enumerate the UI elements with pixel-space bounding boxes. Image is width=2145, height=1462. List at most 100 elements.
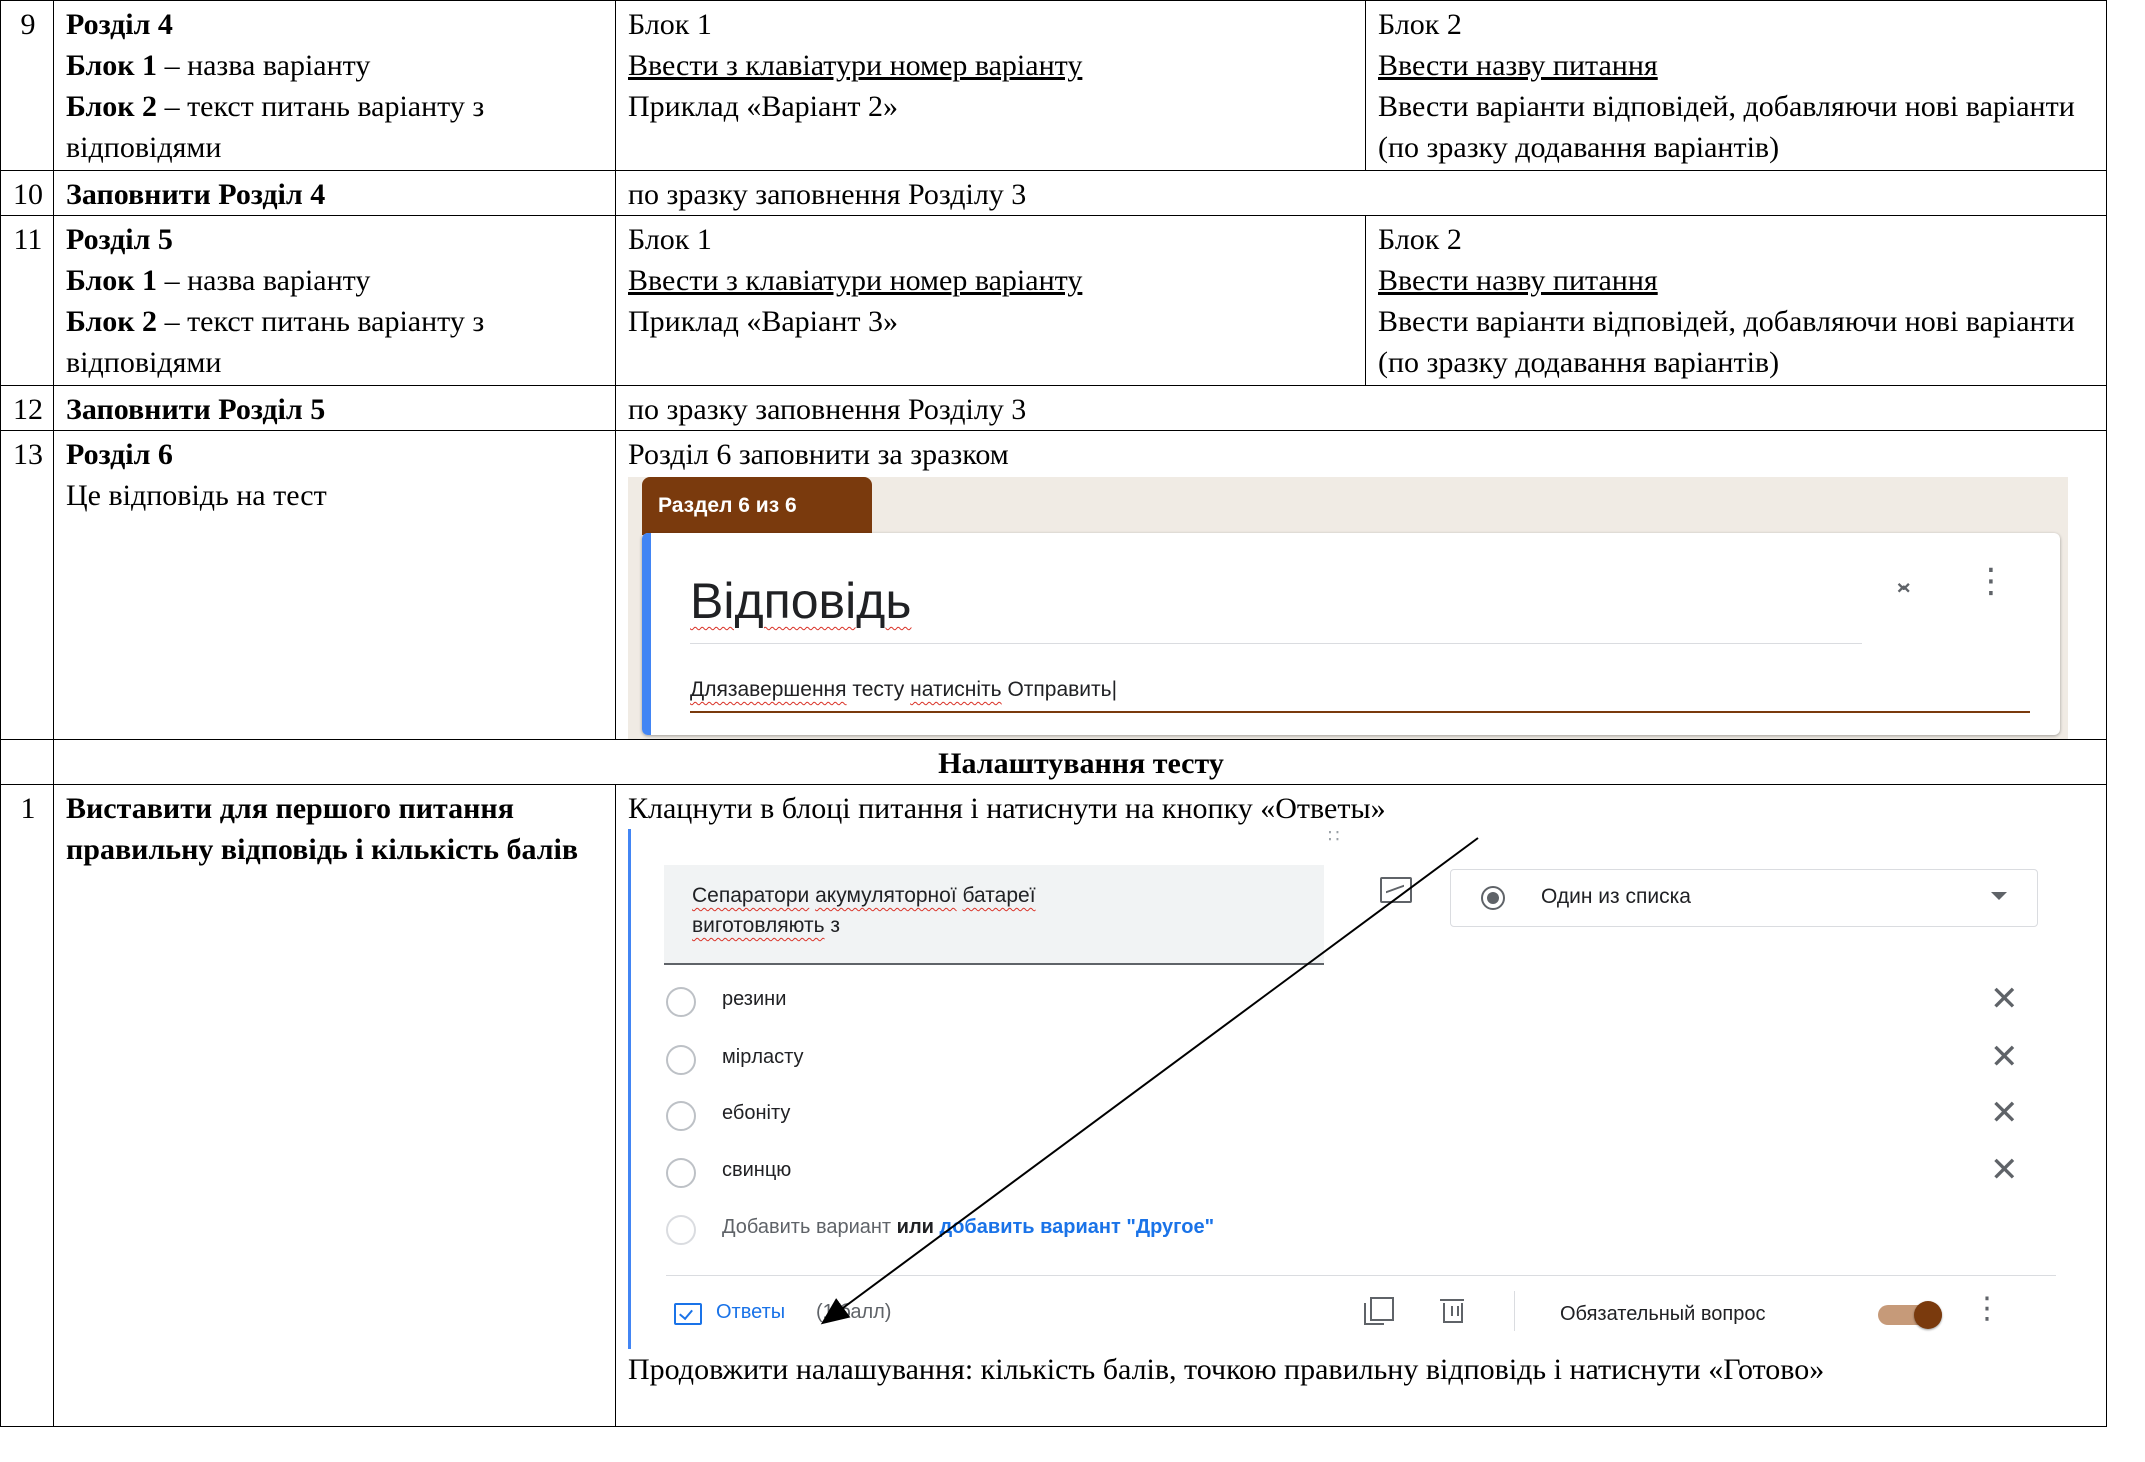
instruction-table: 9 Розділ 4 Блок 1 – назва варіанту Блок … <box>0 0 2107 1427</box>
row-task: Розділ 5 Блок 1 – назва варіанту Блок 2 … <box>53 215 616 386</box>
add-option-link[interactable]: Добавить вариант <box>722 1216 891 1238</box>
more-vert-icon[interactable]: ⋮ <box>1972 1294 2002 1324</box>
add-option-row: Добавить вариант или добавить вариант "Д… <box>666 1207 1666 1247</box>
row-task: Заповнити Розділ 5 <box>53 385 616 431</box>
collapse-icon[interactable]: ⌄ ⌃ <box>1892 567 1915 611</box>
table-row: 9 Розділ 4 Блок 1 – назва варіанту Блок … <box>0 0 2107 171</box>
row-instruction: по зразку заповнення Розділу 3 <box>615 170 2107 216</box>
block2-desc: Блок 2 – текст питань варіанту з відпові… <box>66 90 485 164</box>
option-label[interactable]: резини <box>722 984 786 1014</box>
active-underline <box>690 711 2030 713</box>
radio-icon <box>666 1045 696 1075</box>
row-number: 1 <box>0 784 54 1427</box>
table-row: Налаштування тесту <box>0 739 2107 785</box>
section6-screenshot: Раздел 6 из 6 Відповідь Длязавершення те… <box>628 477 2068 739</box>
instruction-text: Продовжити налашування: кількість балів,… <box>628 1353 1825 1386</box>
row-task: Заповнити Розділ 4 <box>53 170 616 216</box>
table-row: 10 Заповнити Розділ 4 по зразку заповнен… <box>0 170 2107 216</box>
required-label: Обязательный вопрос <box>1560 1303 1766 1325</box>
remove-option-icon[interactable]: ✕ <box>1990 979 2019 1019</box>
option-label[interactable]: свинцю <box>722 1155 791 1185</box>
instruction-link: Ввести з клавіатури номер варіанту <box>628 264 1083 297</box>
row-task: Розділ 4 Блок 1 – назва варіанту Блок 2 … <box>53 0 616 171</box>
section-title: Розділ 4 <box>66 8 173 41</box>
divider <box>690 643 1862 644</box>
row-instruction: по зразку заповнення Розділу 3 <box>615 385 2107 431</box>
answer-option[interactable]: ебоніту ✕ <box>666 1093 2056 1133</box>
row-number: 13 <box>0 430 54 740</box>
question-type-label: Один из списка <box>1541 885 1691 908</box>
instruction-text: Ввести варіанти відповідей, добавляючи н… <box>1378 90 2075 164</box>
duplicate-icon[interactable] <box>1364 1297 1394 1325</box>
delete-icon[interactable] <box>1440 1299 1464 1323</box>
row-block2: Блок 2 Ввести назву питання Ввести варіа… <box>1365 215 2107 386</box>
remove-option-icon[interactable]: ✕ <box>1990 1093 2019 1133</box>
drag-handle-icon[interactable]: ∷ <box>1328 827 1339 845</box>
section-desc: Це відповідь на тест <box>66 479 327 512</box>
table-row: 13 Розділ 6 Це відповідь на тест Розділ … <box>0 430 2107 740</box>
answer-option[interactable]: мipласту ✕ <box>666 1037 2056 1077</box>
focus-stripe <box>628 829 631 1349</box>
row-task: Розділ 6 Це відповідь на тест <box>53 430 616 740</box>
instruction-text: Розділ 6 заповнити за зразком <box>628 438 1009 471</box>
points-label: (1 балл) <box>816 1301 892 1323</box>
row-task: Виставити для першого питання правильну … <box>53 784 616 1427</box>
more-vert-icon[interactable]: ⋮ <box>1974 564 2008 598</box>
row-number: 9 <box>0 0 54 171</box>
table-row: 12 Заповнити Розділ 5 по зразку заповнен… <box>0 385 2107 431</box>
question-title-text: Сепаратори акумуляторної батареї виготовл… <box>692 884 1036 937</box>
row-block1: Блок 1 Ввести з клавіатури номер варіант… <box>615 215 1366 386</box>
option-label[interactable]: мipласту <box>722 1042 804 1072</box>
row-number: 10 <box>0 170 54 216</box>
section-title: Розділ 6 <box>66 438 173 471</box>
radio-icon <box>666 1158 696 1188</box>
empty-cell <box>0 739 54 785</box>
section-title-field[interactable]: Відповідь <box>690 571 911 631</box>
radio-checked-icon <box>1481 886 1505 910</box>
instruction-text: Клацнути в блоці питання і натиснути на … <box>628 792 1386 825</box>
row-number: 12 <box>0 385 54 431</box>
remove-option-icon[interactable]: ✕ <box>1990 1150 2019 1190</box>
answer-option[interactable]: резини ✕ <box>666 979 2056 1019</box>
remove-option-icon[interactable]: ✕ <box>1990 1037 2019 1077</box>
section-card[interactable]: Відповідь Длязавершення тесту натисніть … <box>642 533 2060 735</box>
question-screenshot: ∷ Сепаратори акумуляторної батареї вигото… <box>628 827 2078 1349</box>
answers-button[interactable]: Ответы <box>716 1297 785 1327</box>
radio-icon <box>666 1101 696 1131</box>
row-block1: Блок 1 Ввести з клавіатури номер варіант… <box>615 0 1366 171</box>
radio-icon <box>666 987 696 1017</box>
divider <box>1514 1291 1515 1331</box>
answer-key-icon[interactable] <box>674 1303 702 1325</box>
dropdown-arrow-icon <box>1991 892 2007 900</box>
radio-icon <box>666 1215 696 1245</box>
section-description-field[interactable]: Длязавершення тесту натисніть Отправить| <box>690 675 1117 705</box>
block-label: Блок 1 <box>628 8 712 41</box>
row-instruction: Клацнути в блоці питання і натиснути на … <box>615 784 2107 1427</box>
block-label: Блок 1 <box>628 223 712 256</box>
section-tab[interactable]: Раздел 6 из 6 <box>642 477 872 535</box>
instruction-link: Ввести назву питання <box>1378 49 1658 82</box>
example-text: Приклад «Варіант 2» <box>628 90 898 123</box>
section-title: Розділ 5 <box>66 223 173 256</box>
question-type-select[interactable]: Один из списка <box>1450 869 2038 927</box>
block-label: Блок 2 <box>1378 223 1462 256</box>
required-toggle[interactable] <box>1878 1301 1942 1329</box>
section-header: Налаштування тесту <box>53 739 2107 785</box>
table-row: 1 Виставити для першого питання правильн… <box>0 784 2107 1427</box>
answer-option[interactable]: свинцю ✕ <box>666 1150 2056 1190</box>
instruction-text: Ввести варіанти відповідей, добавляючи н… <box>1378 305 2075 379</box>
divider <box>666 1275 2056 1276</box>
add-other-link[interactable]: добавить вариант "Другое" <box>940 1216 1215 1238</box>
add-image-icon[interactable] <box>1380 877 1412 903</box>
example-text: Приклад «Варіант 3» <box>628 305 898 338</box>
table-row: 11 Розділ 5 Блок 1 – назва варіанту Блок… <box>0 215 2107 386</box>
row-number: 11 <box>0 215 54 386</box>
block1-desc: Блок 1 – назва варіанту <box>66 264 371 297</box>
option-label[interactable]: ебоніту <box>722 1098 790 1128</box>
block2-desc: Блок 2 – текст питань варіанту з відпові… <box>66 305 485 379</box>
block-label: Блок 2 <box>1378 8 1462 41</box>
add-option-text: Добавить вариант или добавить вариант "Д… <box>722 1212 1214 1242</box>
instruction-link: Ввести з клавіатури номер варіанту <box>628 49 1083 82</box>
or-text: или <box>891 1216 940 1238</box>
focus-stripe <box>642 533 651 735</box>
